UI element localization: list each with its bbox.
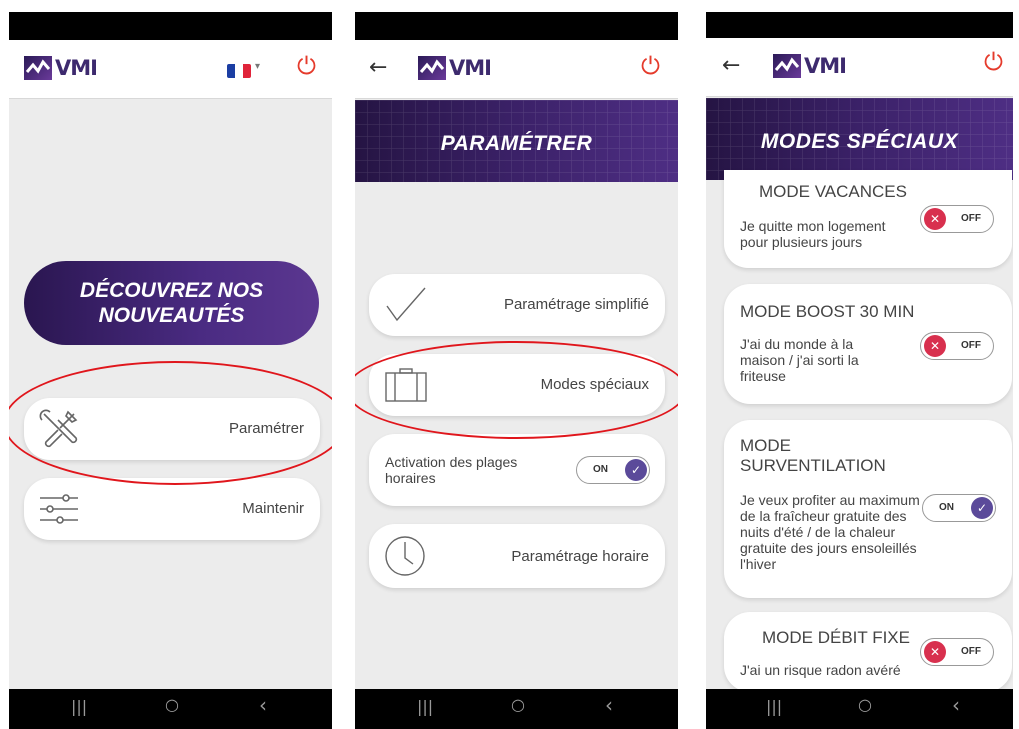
android-nav-bar: ||| ○ ‹ <box>706 689 1013 729</box>
toggle-state: OFF <box>961 646 981 657</box>
mode-desc: J'ai un risque radon avéré <box>740 662 901 678</box>
page-title-banner: MODES SPÉCIAUX <box>706 98 1013 180</box>
mode-boost-toggle[interactable]: ✕ OFF <box>920 332 994 360</box>
parametrer-screen: ← VMI ⏻ PARAMÉTRER Paramétrage simplifié… <box>355 12 678 729</box>
mode-desc: Je quitte mon logement pour plusieurs jo… <box>740 218 886 250</box>
mode-vacances-toggle[interactable]: ✕ OFF <box>920 205 994 233</box>
mode-title: MODE SURVENTILATION <box>740 436 886 475</box>
android-nav-bar: ||| ○ ‹ <box>355 689 678 729</box>
power-icon[interactable]: ⏻ <box>984 48 1003 76</box>
item-parametrage-horaire[interactable]: Paramétrage horaire <box>369 524 665 588</box>
app-header: ← VMI ⏻ <box>706 38 1013 97</box>
menu-maintenir[interactable]: Maintenir <box>24 478 320 540</box>
page-title-banner: PARAMÉTRER <box>355 100 678 182</box>
back-arrow-icon[interactable]: ← <box>369 57 387 79</box>
toggle-state: OFF <box>961 213 981 224</box>
toggle-state: ON <box>593 464 608 475</box>
status-bar <box>9 12 332 40</box>
item-label: Paramétrage horaire <box>511 548 649 565</box>
recent-apps-button[interactable]: ||| <box>417 697 433 716</box>
toggle-state: OFF <box>961 340 981 351</box>
item-activation-plages: Activation des plages horaires ON ✓ <box>369 434 665 506</box>
clock-icon <box>383 534 427 583</box>
page-title: MODES SPÉCIAUX <box>760 130 959 153</box>
toggle-state: ON <box>939 502 954 513</box>
mode-title: MODE DÉBIT FIXE <box>762 628 910 647</box>
mode-debit-fixe-toggle[interactable]: ✕ OFF <box>920 638 994 666</box>
close-icon: ✕ <box>924 335 946 357</box>
check-icon: ✓ <box>971 497 993 519</box>
back-button[interactable]: ‹ <box>952 693 960 717</box>
item-parametrage-simplifie[interactable]: Paramétrage simplifié <box>369 274 665 336</box>
android-nav-bar: ||| ○ ‹ <box>9 689 332 729</box>
app-header: ← VMI ⏻ <box>355 40 678 99</box>
recent-apps-button[interactable]: ||| <box>766 697 782 716</box>
highlight-ellipse <box>355 341 678 439</box>
home-button[interactable]: ○ <box>511 695 525 714</box>
news-banner-button[interactable]: DÉCOUVREZ NOS NOUVEAUTÉS <box>24 261 319 345</box>
french-flag-icon[interactable] <box>227 64 251 78</box>
close-icon: ✕ <box>924 208 946 230</box>
sliders-icon <box>38 492 80 531</box>
home-button[interactable]: ○ <box>165 695 179 714</box>
back-arrow-icon[interactable]: ← <box>722 55 740 77</box>
language-dropdown-caret-icon[interactable]: ▾ <box>255 61 260 72</box>
mode-title: MODE BOOST 30 MIN <box>740 302 915 321</box>
recent-apps-button[interactable]: ||| <box>71 697 87 716</box>
app-header: VMI ▾ ⏻ <box>9 40 332 99</box>
back-button[interactable]: ‹ <box>605 693 613 717</box>
check-icon: ✓ <box>625 459 647 481</box>
item-label: Activation des plages horaires <box>385 454 518 486</box>
power-icon[interactable]: ⏻ <box>297 52 316 80</box>
modes-speciaux-screen: ← VMI ⏻ MODES SPÉCIAUX MODE VACANCES Je … <box>706 12 1013 729</box>
mode-vacances-card: MODE VACANCES Je quitte mon logement pou… <box>724 170 1012 268</box>
plages-toggle[interactable]: ON ✓ <box>576 456 650 484</box>
news-banner-line2: NOUVEAUTÉS <box>98 304 245 327</box>
page-title: PARAMÉTRER <box>440 132 593 155</box>
mode-boost-card: MODE BOOST 30 MIN J'ai du monde à la mai… <box>724 284 1012 404</box>
home-button[interactable]: ○ <box>858 695 872 714</box>
checkmark-icon <box>383 284 429 329</box>
mode-surventilation-card: MODE SURVENTILATION Je veux profiter au … <box>724 420 1012 598</box>
highlight-ellipse <box>9 361 332 485</box>
close-icon: ✕ <box>924 641 946 663</box>
menu-maintenir-label: Maintenir <box>242 500 304 517</box>
power-icon[interactable]: ⏻ <box>641 52 660 80</box>
mode-desc: Je veux profiter au maximum de la fraîch… <box>740 492 920 572</box>
status-bar <box>355 12 678 40</box>
mode-title: MODE VACANCES <box>759 182 907 201</box>
mode-desc: J'ai du monde à la maison / j'ai sorti l… <box>740 336 859 384</box>
back-button[interactable]: ‹ <box>259 693 267 717</box>
mode-debit-fixe-card: MODE DÉBIT FIXE J'ai un risque radon avé… <box>724 612 1012 692</box>
status-bar <box>706 12 1013 38</box>
mode-surventilation-toggle[interactable]: ON ✓ <box>922 494 996 522</box>
home-screen: VMI ▾ ⏻ DÉCOUVREZ NOS NOUVEAUTÉS Paramét… <box>9 12 332 729</box>
item-label: Paramétrage simplifié <box>503 296 649 313</box>
news-banner-line1: DÉCOUVREZ NOS <box>79 279 264 302</box>
